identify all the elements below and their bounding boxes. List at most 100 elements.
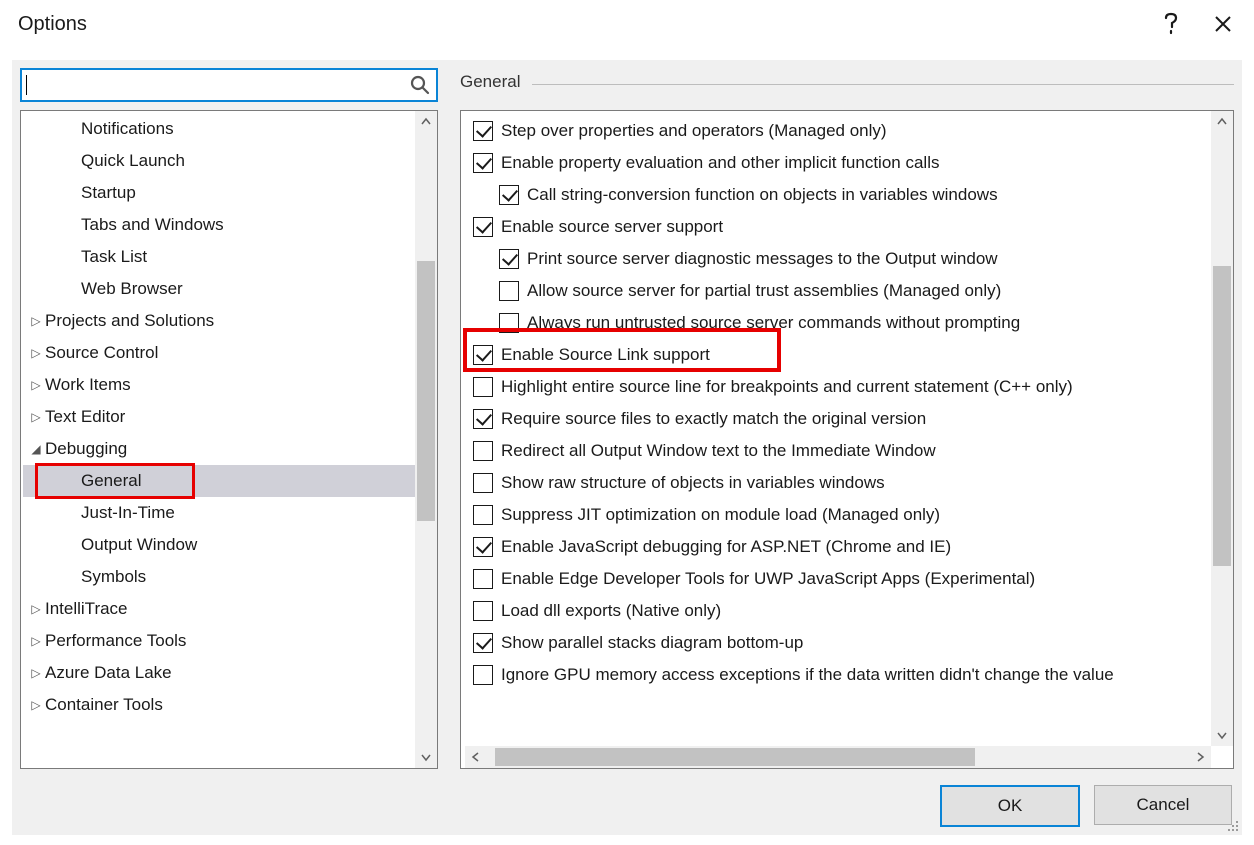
option-row[interactable]: Load dll exports (Native only): [465, 595, 1207, 627]
option-row[interactable]: Ignore GPU memory access exceptions if t…: [465, 659, 1207, 691]
tree-item-label: Web Browser: [81, 279, 183, 299]
option-row[interactable]: Enable Edge Developer Tools for UWP Java…: [465, 563, 1207, 595]
option-row[interactable]: Show parallel stacks diagram bottom-up: [465, 627, 1207, 659]
options-list[interactable]: Step over properties and operators (Mana…: [460, 110, 1234, 769]
option-row[interactable]: Redirect all Output Window text to the I…: [465, 435, 1207, 467]
category-tree[interactable]: Notifications Quick Launch Startup Tabs and…: [20, 110, 438, 769]
tree-item[interactable]: Just-In-Time: [23, 497, 415, 529]
tree-collapsed-icon[interactable]: ▷: [29, 346, 43, 360]
scroll-thumb[interactable]: [1213, 266, 1231, 566]
checkbox[interactable]: [473, 153, 493, 173]
tree-item[interactable]: ▷Projects and Solutions: [23, 305, 415, 337]
checkbox[interactable]: [499, 281, 519, 301]
checkbox[interactable]: [499, 249, 519, 269]
tree-item[interactable]: Symbols: [23, 561, 415, 593]
option-label: Highlight entire source line for breakpo…: [501, 377, 1073, 397]
tree-item[interactable]: Output Window: [23, 529, 415, 561]
option-row[interactable]: Enable Source Link support: [465, 339, 1207, 371]
checkbox[interactable]: [473, 377, 493, 397]
tree-item[interactable]: Notifications: [23, 113, 415, 145]
tree-item[interactable]: ▷IntelliTrace: [23, 593, 415, 625]
search-input[interactable]: [27, 70, 404, 100]
option-row[interactable]: Print source server diagnostic messages …: [465, 243, 1207, 275]
titlebar: Options: [0, 0, 1254, 48]
option-row[interactable]: Call string-conversion function on objec…: [465, 179, 1207, 211]
tree-item[interactable]: ▷Container Tools: [23, 689, 415, 721]
tree-item[interactable]: Startup: [23, 177, 415, 209]
ok-button[interactable]: OK: [940, 785, 1080, 827]
search-box[interactable]: [20, 68, 438, 102]
tree-collapsed-icon[interactable]: ▷: [29, 410, 43, 424]
tree-item[interactable]: ▷Performance Tools: [23, 625, 415, 657]
checkbox[interactable]: [473, 665, 493, 685]
tree-item[interactable]: Task List: [23, 241, 415, 273]
checkbox[interactable]: [473, 601, 493, 621]
option-row[interactable]: Always run untrusted source server comma…: [465, 307, 1207, 339]
scroll-up-icon[interactable]: [415, 111, 437, 133]
tree-item-label: Debugging: [45, 439, 127, 459]
checkbox[interactable]: [473, 633, 493, 653]
scroll-up-icon[interactable]: [1211, 111, 1233, 133]
window-title: Options: [18, 13, 87, 36]
tree-scrollbar[interactable]: [415, 111, 437, 768]
scroll-thumb[interactable]: [417, 261, 435, 521]
option-row[interactable]: Step over properties and operators (Mana…: [465, 115, 1207, 147]
option-row[interactable]: Show raw structure of objects in variabl…: [465, 467, 1207, 499]
option-row[interactable]: Allow source server for partial trust as…: [465, 275, 1207, 307]
option-row[interactable]: Suppress JIT optimization on module load…: [465, 499, 1207, 531]
tree-item-label: Notifications: [81, 119, 174, 139]
option-row[interactable]: Enable property evaluation and other imp…: [465, 147, 1207, 179]
option-row[interactable]: Require source files to exactly match th…: [465, 403, 1207, 435]
option-row[interactable]: Enable JavaScript debugging for ASP.NET …: [465, 531, 1207, 563]
tree-collapsed-icon[interactable]: ▷: [29, 634, 43, 648]
checkbox[interactable]: [473, 217, 493, 237]
checkbox[interactable]: [499, 313, 519, 333]
option-row[interactable]: Enable source server support: [465, 211, 1207, 243]
tree-item-label: Task List: [81, 247, 147, 267]
tree-expanded-icon[interactable]: ◢: [29, 442, 43, 456]
scroll-down-icon[interactable]: [415, 746, 437, 768]
option-row[interactable]: Highlight entire source line for breakpo…: [465, 371, 1207, 403]
tree-item-label: Source Control: [45, 343, 158, 363]
tree-item[interactable]: ◢Debugging: [23, 433, 415, 465]
option-label: Always run untrusted source server comma…: [527, 313, 1020, 333]
tree-item[interactable]: ▷Text Editor: [23, 401, 415, 433]
tree-collapsed-icon[interactable]: ▷: [29, 666, 43, 680]
tree-item[interactable]: Web Browser: [23, 273, 415, 305]
checkbox[interactable]: [473, 505, 493, 525]
help-button[interactable]: [1148, 7, 1194, 41]
tree-collapsed-icon[interactable]: ▷: [29, 314, 43, 328]
tree-item[interactable]: General: [23, 465, 415, 497]
checkbox[interactable]: [499, 185, 519, 205]
option-label: Require source files to exactly match th…: [501, 409, 926, 429]
cancel-button[interactable]: Cancel: [1094, 785, 1232, 825]
resize-grip-icon[interactable]: [1226, 819, 1240, 833]
checkbox[interactable]: [473, 537, 493, 557]
scroll-right-icon[interactable]: [1189, 746, 1211, 768]
tree-item[interactable]: Tabs and Windows: [23, 209, 415, 241]
options-vscrollbar[interactable]: [1211, 111, 1233, 746]
checkbox[interactable]: [473, 473, 493, 493]
tree-item[interactable]: ▷Azure Data Lake: [23, 657, 415, 689]
checkbox[interactable]: [473, 409, 493, 429]
options-hscrollbar[interactable]: [465, 746, 1211, 768]
panel-header: General: [460, 72, 520, 92]
search-icon[interactable]: [404, 75, 436, 95]
tree-collapsed-icon[interactable]: ▷: [29, 378, 43, 392]
tree-item[interactable]: Quick Launch: [23, 145, 415, 177]
tree-item-label: IntelliTrace: [45, 599, 128, 619]
scroll-left-icon[interactable]: [465, 746, 487, 768]
checkbox[interactable]: [473, 441, 493, 461]
close-button[interactable]: [1200, 7, 1246, 41]
tree-collapsed-icon[interactable]: ▷: [29, 698, 43, 712]
checkbox[interactable]: [473, 345, 493, 365]
tree-item[interactable]: ▷Work Items: [23, 369, 415, 401]
tree-collapsed-icon[interactable]: ▷: [29, 602, 43, 616]
tree-item[interactable]: ▷Source Control: [23, 337, 415, 369]
checkbox[interactable]: [473, 569, 493, 589]
close-icon: [1214, 15, 1232, 33]
scroll-thumb[interactable]: [495, 748, 975, 766]
tree-item-label: Startup: [81, 183, 136, 203]
checkbox[interactable]: [473, 121, 493, 141]
scroll-down-icon[interactable]: [1211, 724, 1233, 746]
